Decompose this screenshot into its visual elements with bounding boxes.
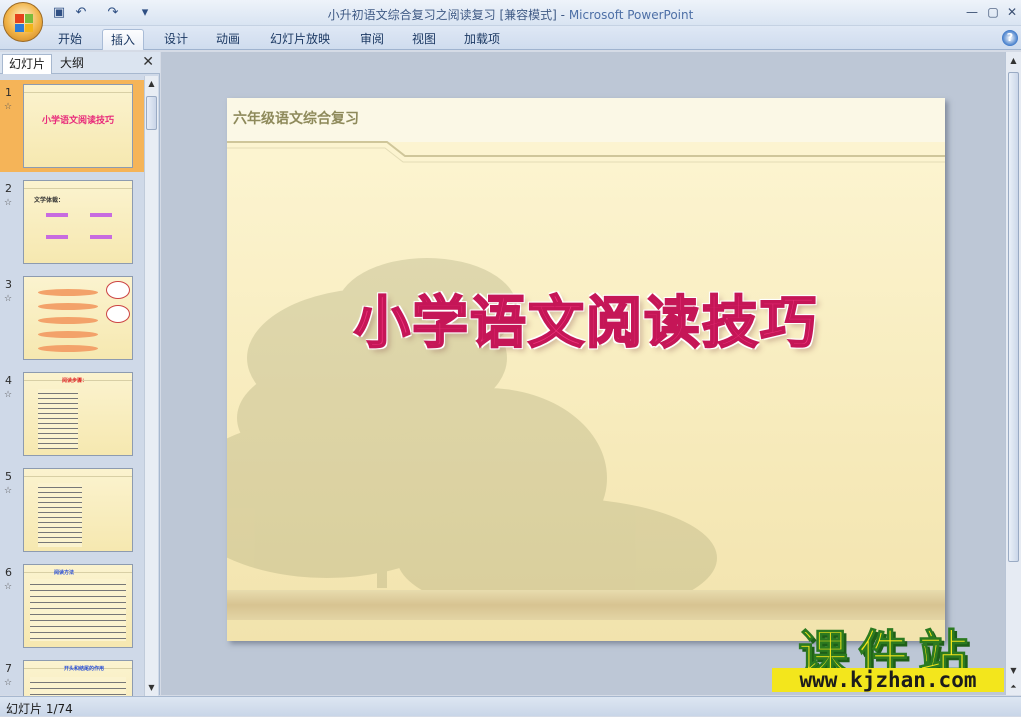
- tab-design[interactable]: 设计: [156, 29, 196, 50]
- slide-canvas[interactable]: 六年级语文综合复习 小学语文阅读技巧: [227, 98, 945, 641]
- slide-counter: 幻灯片 1/74: [6, 702, 73, 716]
- slide-number: 5: [5, 470, 12, 483]
- slide-number: 2: [5, 182, 12, 195]
- animation-icon: ☆: [4, 390, 13, 400]
- thumbnail-title: 阅读步骤：: [62, 378, 88, 384]
- animation-icon: ☆: [4, 102, 13, 112]
- slide-number: 7: [5, 662, 12, 675]
- animation-icon: ☆: [4, 198, 13, 208]
- tab-home[interactable]: 开始: [50, 29, 90, 50]
- slide-thumbnail-4[interactable]: 4 ☆ 阅读步骤：: [0, 368, 144, 460]
- tab-addins[interactable]: 加载项: [456, 29, 508, 50]
- slide-number: 6: [5, 566, 12, 579]
- slide-number: 4: [5, 374, 12, 387]
- tab-outline[interactable]: 大纲: [54, 54, 90, 74]
- thumbnail-scrollbar[interactable]: ▲ ▼: [144, 76, 158, 696]
- office-logo-icon: [15, 14, 33, 32]
- slide-thumbnail-6[interactable]: 6 ☆ 阅读方法: [0, 560, 144, 652]
- tab-review[interactable]: 审阅: [352, 29, 392, 50]
- close-button[interactable]: ✕: [1002, 3, 1021, 21]
- slide-title[interactable]: 小学语文阅读技巧: [227, 278, 945, 359]
- scroll-up-icon[interactable]: ▲: [1008, 56, 1019, 66]
- document-name: 小升初语文综合复习之阅读复习 [兼容模式]: [327, 8, 557, 22]
- thumbnail-image: 文学体裁：: [23, 180, 133, 264]
- slide-thumbnail-2[interactable]: 2 ☆ 文学体裁：: [0, 176, 144, 268]
- thumbnail-image: 阅读方法: [23, 564, 133, 648]
- app-name: Microsoft PowerPoint: [568, 8, 694, 22]
- thumbnail-title: 阅读方法: [54, 570, 75, 576]
- thumbnail-image: 开头和结尾的作用: [23, 660, 133, 696]
- tab-insert[interactable]: 插入: [102, 29, 145, 50]
- thumbnail-image: [23, 468, 133, 552]
- thumbnail-image: [23, 276, 133, 360]
- scroll-thumb[interactable]: [1008, 72, 1019, 562]
- scroll-thumb[interactable]: [146, 96, 157, 130]
- slide-number: 3: [5, 278, 12, 291]
- thumbnail-list: 1 ☆ 小学语文阅读技巧 2 ☆ 文学体裁： 3 ☆ 4 ☆ 阅读步骤： 5 ☆…: [0, 76, 144, 696]
- previous-slide-icon[interactable]: ⏶: [1008, 682, 1019, 692]
- scroll-up-icon[interactable]: ▲: [146, 78, 157, 90]
- watermark-logo: 课件站 www.kjzhan.com: [770, 614, 1006, 694]
- animation-icon: ☆: [4, 486, 13, 496]
- slide-background-art: [227, 141, 945, 618]
- slides-pane: 幻灯片 大纲 ✕ 1 ☆ 小学语文阅读技巧 2 ☆ 文学体裁： 3 ☆ 4 ☆ …: [0, 52, 160, 696]
- ribbon-tabs: 开始 插入 设计 动画 幻灯片放映 审阅 视图 加载项: [0, 26, 1021, 50]
- thumbnail-image: 小学语文阅读技巧: [23, 84, 133, 168]
- watermark-url: www.kjzhan.com: [772, 668, 1004, 692]
- title-separator: -: [556, 8, 569, 22]
- tab-slides[interactable]: 幻灯片: [2, 54, 53, 74]
- tab-slideshow[interactable]: 幻灯片放映: [262, 29, 338, 50]
- tab-view[interactable]: 视图: [404, 29, 444, 50]
- editor-scrollbar[interactable]: ▲ ▼ ⏶ ⏷: [1005, 52, 1021, 703]
- status-bar: 幻灯片 1/74: [0, 696, 1021, 716]
- animation-icon: ☆: [4, 582, 13, 592]
- thumbnail-image: 阅读步骤：: [23, 372, 133, 456]
- slide-thumbnail-5[interactable]: 5 ☆: [0, 464, 144, 556]
- slide-thumbnail-3[interactable]: 3 ☆: [0, 272, 144, 364]
- minimize-button[interactable]: —: [962, 3, 982, 21]
- animation-icon: ☆: [4, 294, 13, 304]
- thumbnail-title: 开头和结尾的作用: [64, 666, 105, 672]
- thumbnail-title: 小学语文阅读技巧: [41, 116, 114, 126]
- window-title: 小升初语文综合复习之阅读复习 [兼容模式] - Microsoft PowerP…: [0, 6, 1021, 23]
- pane-close-icon[interactable]: ✕: [142, 54, 154, 70]
- help-icon[interactable]: ?: [1002, 30, 1018, 46]
- slide-thumbnail-7[interactable]: 7 ☆ 开头和结尾的作用: [0, 656, 144, 696]
- pane-tabs: 幻灯片 大纲 ✕: [0, 52, 160, 74]
- maximize-button[interactable]: ▢: [983, 3, 1003, 21]
- title-bar: ▣ ↶ ↷ ▾ 小升初语文综合复习之阅读复习 [兼容模式] - Microsof…: [0, 0, 1021, 26]
- tab-animations[interactable]: 动画: [208, 29, 248, 50]
- scroll-down-icon[interactable]: ▼: [146, 682, 157, 694]
- slide-thumbnail-1[interactable]: 1 ☆ 小学语文阅读技巧: [0, 80, 144, 172]
- animation-icon: ☆: [4, 678, 13, 688]
- slide-subtitle[interactable]: 六年级语文综合复习: [233, 108, 359, 128]
- office-button[interactable]: [3, 2, 43, 42]
- scroll-down-icon[interactable]: ▼: [1008, 666, 1019, 676]
- slide-number: 1: [5, 86, 12, 99]
- thumbnail-title: 文学体裁：: [34, 197, 65, 204]
